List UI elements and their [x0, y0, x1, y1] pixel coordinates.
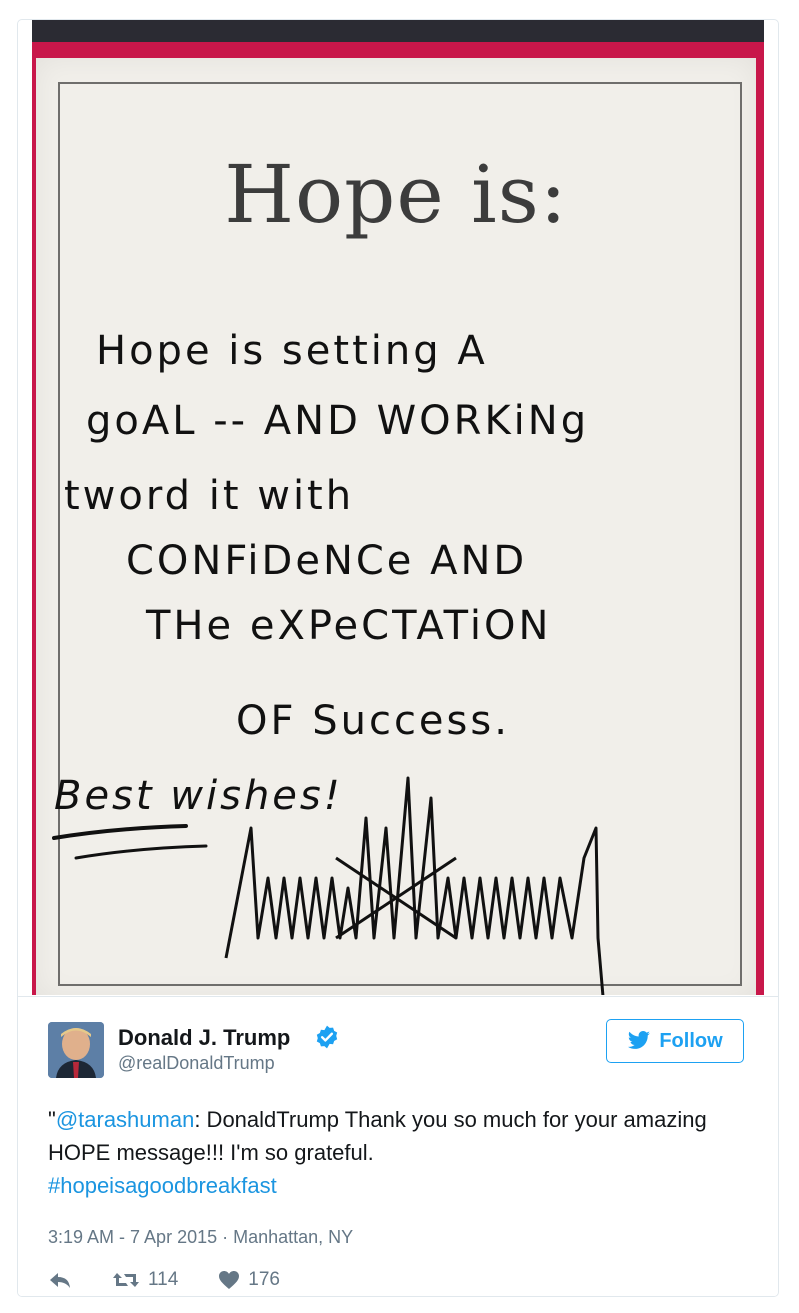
like-count: 176 — [248, 1269, 280, 1290]
author-handle[interactable]: @realDonaldTrump — [118, 1053, 275, 1074]
note-paper: Hope is: Hope is setting A goAL -- AND W… — [36, 58, 756, 995]
retweet-button[interactable]: 114 — [112, 1269, 178, 1291]
retweet-icon — [113, 1273, 139, 1287]
tweet-actions: 114 176 — [48, 1265, 320, 1295]
embedded-tweet-card: Hope is: Hope is setting A goAL -- AND W… — [17, 19, 779, 1297]
signature — [52, 776, 605, 995]
follow-label: Follow — [659, 1029, 723, 1052]
author-name[interactable]: Donald J. Trump — [118, 1025, 290, 1051]
retweet-count: 114 — [148, 1269, 179, 1290]
verified-badge-icon — [316, 1025, 338, 1049]
reply-button[interactable] — [48, 1270, 72, 1290]
author-avatar[interactable] — [48, 1022, 104, 1078]
photo-top-edge — [32, 20, 764, 42]
twitter-bird-icon — [628, 1031, 651, 1049]
tweet-photo[interactable]: Hope is: Hope is setting A goAL -- AND W… — [32, 20, 764, 995]
mention-link[interactable]: @tarashuman — [56, 1107, 195, 1132]
reply-icon — [50, 1273, 70, 1288]
tweet-text: "@tarashuman: DonaldTrump Thank you so m… — [48, 1103, 728, 1202]
like-button[interactable]: 176 — [218, 1269, 280, 1291]
tweet-timestamp[interactable]: 3:19 AM - 7 Apr 2015 · Manhattan, NY — [48, 1227, 353, 1248]
tweet-meta: Donald J. Trump @realDonaldTrump Follow … — [18, 996, 778, 1296]
follow-button[interactable]: Follow — [606, 1019, 744, 1063]
text-prefix: " — [48, 1107, 56, 1132]
heart-icon — [219, 1271, 240, 1289]
hashtag-link[interactable]: #hopeisagoodbreakfast — [48, 1173, 277, 1198]
avatar-portrait-icon — [48, 1022, 104, 1078]
